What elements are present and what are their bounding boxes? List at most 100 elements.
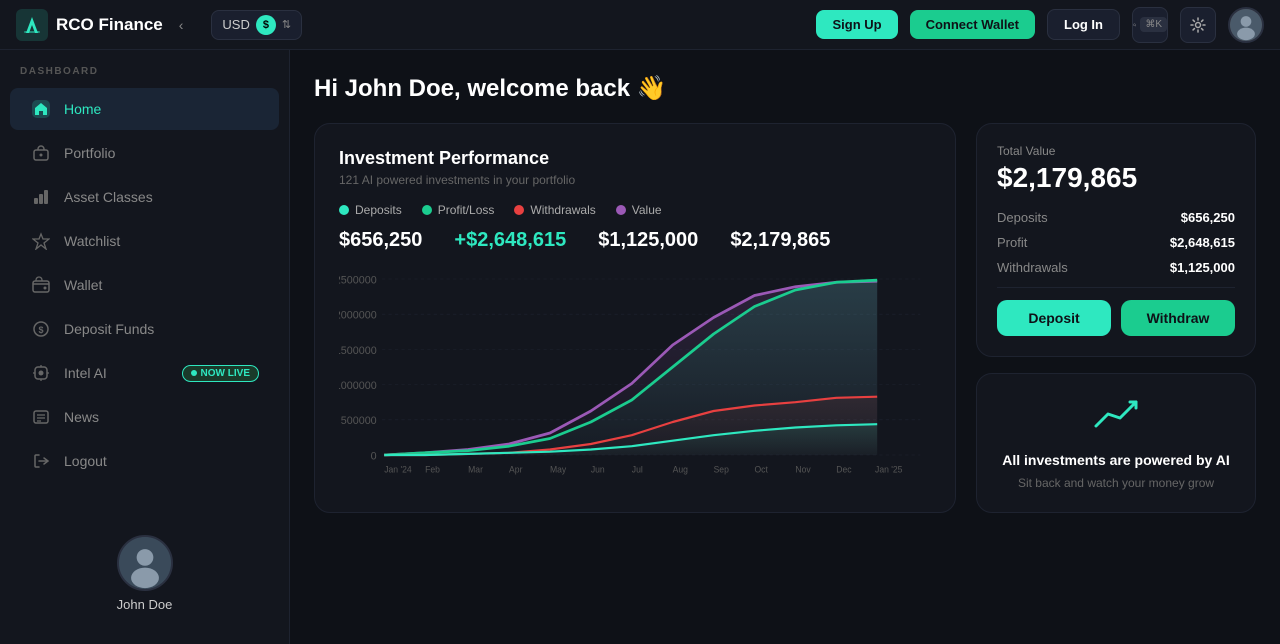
svg-text:Jun: Jun — [591, 465, 605, 475]
sidebar-label-home: Home — [64, 101, 101, 117]
stat-value-profit: +$2,648,615 — [454, 229, 566, 252]
main-layout: DASHBOARD Home Portfolio — [0, 50, 1280, 644]
live-badge-text: NOW LIVE — [201, 368, 250, 379]
perf-title: Investment Performance — [339, 148, 931, 169]
connect-wallet-button[interactable]: Connect Wallet — [910, 10, 1035, 39]
sidebar-label-news: News — [64, 409, 99, 425]
sidebar-item-intel-ai[interactable]: Intel AI NOW LIVE — [10, 352, 279, 394]
sidebar-user-profile: John Doe — [0, 519, 289, 628]
action-buttons: Deposit Withdraw — [997, 300, 1235, 336]
right-panel: Total Value $2,179,865 Deposits $656,250… — [976, 123, 1256, 513]
svg-text:1500000: 1500000 — [339, 345, 377, 357]
investment-performance-card: Investment Performance 121 AI powered in… — [314, 123, 956, 513]
total-value-label: Total Value — [997, 144, 1235, 158]
legend-label-value: Value — [632, 203, 662, 217]
svg-text:Nov: Nov — [795, 465, 811, 475]
nav-chevron-icon[interactable]: ‹ — [179, 17, 184, 33]
svg-text:2500000: 2500000 — [339, 274, 377, 286]
sidebar-item-logout[interactable]: Logout — [10, 440, 279, 482]
svg-text:Sep: Sep — [714, 465, 729, 475]
logo-icon — [16, 9, 48, 41]
deposit-funds-icon: $ — [30, 318, 52, 340]
svg-text:Aug: Aug — [673, 465, 688, 475]
legend-dot-withdrawals — [514, 205, 524, 215]
login-button[interactable]: Log In — [1047, 9, 1120, 40]
breakdown-deposits: Deposits $656,250 — [997, 210, 1235, 225]
withdraw-button[interactable]: Withdraw — [1121, 300, 1235, 336]
settings-button[interactable] — [1180, 7, 1216, 43]
chart-svg: 2500000 2000000 1500000 1000000 500000 0… — [339, 268, 931, 488]
sidebar-section-label: DASHBOARD — [0, 66, 289, 87]
svg-text:Jan '25: Jan '25 — [875, 465, 903, 475]
svg-text:Mar: Mar — [468, 465, 483, 475]
breakdown-value-profit: $2,648,615 — [1170, 235, 1235, 250]
sidebar-item-watchlist[interactable]: Watchlist — [10, 220, 279, 262]
svg-text:Jul: Jul — [632, 465, 643, 475]
breakdown-withdrawals: Withdrawals $1,125,000 — [997, 260, 1235, 275]
svg-text:Oct: Oct — [754, 465, 768, 475]
live-dot — [191, 370, 197, 376]
performance-chart: 2500000 2000000 1500000 1000000 500000 0… — [339, 268, 931, 488]
ai-promo-title: All investments are powered by AI — [1002, 452, 1229, 468]
live-badge: NOW LIVE — [182, 365, 259, 382]
intel-ai-icon — [30, 362, 52, 384]
svg-text:Feb: Feb — [425, 465, 440, 475]
sidebar-item-deposit-funds[interactable]: $ Deposit Funds — [10, 308, 279, 350]
asset-classes-icon — [30, 186, 52, 208]
total-value-amount: $2,179,865 — [997, 162, 1235, 194]
stat-deposits: $656,250 — [339, 229, 422, 252]
breakdown-label-profit: Profit — [997, 235, 1027, 250]
sidebar-item-news[interactable]: News — [10, 396, 279, 438]
svg-text:Apr: Apr — [509, 465, 522, 475]
currency-selector[interactable]: USD $ ⇅ — [211, 10, 302, 40]
legend-label-profit: Profit/Loss — [438, 203, 495, 217]
welcome-heading: Hi John Doe, welcome back 👋 — [314, 74, 1256, 103]
deposit-button[interactable]: Deposit — [997, 300, 1111, 336]
svg-text:$: $ — [38, 325, 43, 335]
logo-area[interactable]: RCO Finance — [16, 9, 163, 41]
home-icon — [30, 98, 52, 120]
ai-trend-icon — [1092, 394, 1140, 442]
legend-dot-profit — [422, 205, 432, 215]
currency-label: USD — [222, 17, 249, 32]
ai-promo-card: All investments are powered by AI Sit ba… — [976, 373, 1256, 513]
sidebar: DASHBOARD Home Portfolio — [0, 50, 290, 644]
sidebar-item-home[interactable]: Home — [10, 88, 279, 130]
sidebar-label-deposit-funds: Deposit Funds — [64, 321, 154, 337]
breakdown-value-deposits: $656,250 — [1181, 210, 1235, 225]
svg-text:May: May — [550, 465, 567, 475]
svg-text:0: 0 — [371, 450, 377, 462]
performance-stats-row: $656,250 +$2,648,615 $1,125,000 $2,179,8… — [339, 229, 931, 252]
sidebar-label-logout: Logout — [64, 453, 107, 469]
stat-value-total: $2,179,865 — [730, 229, 830, 252]
wallet-icon — [30, 274, 52, 296]
sidebar-item-wallet[interactable]: Wallet — [10, 264, 279, 306]
currency-arrows-icon: ⇅ — [282, 18, 291, 31]
sidebar-user-avatar — [117, 535, 173, 591]
portfolio-icon — [30, 142, 52, 164]
search-icon — [1133, 17, 1136, 33]
legend-dot-deposits — [339, 205, 349, 215]
sidebar-label-asset-classes: Asset Classes — [64, 189, 153, 205]
kbd-shortcut: ⌘K — [1140, 17, 1167, 32]
watchlist-icon — [30, 230, 52, 252]
card-divider — [997, 287, 1235, 288]
legend-item-deposits: Deposits — [339, 203, 402, 217]
currency-dollar-icon: $ — [256, 15, 276, 35]
sidebar-label-intel-ai: Intel AI — [64, 365, 107, 381]
search-button[interactable]: ⌘K — [1132, 7, 1168, 43]
user-avatar[interactable] — [1228, 7, 1264, 43]
perf-subtitle: 121 AI powered investments in your portf… — [339, 173, 931, 187]
breakdown-label-deposits: Deposits — [997, 210, 1048, 225]
legend-label-withdrawals: Withdrawals — [530, 203, 595, 217]
signup-button[interactable]: Sign Up — [816, 10, 897, 39]
sidebar-item-portfolio[interactable]: Portfolio — [10, 132, 279, 174]
sidebar-item-asset-classes[interactable]: Asset Classes — [10, 176, 279, 218]
stat-value-withdrawals: $1,125,000 — [598, 229, 698, 252]
top-nav: RCO Finance ‹ USD $ ⇅ Sign Up Connect Wa… — [0, 0, 1280, 50]
avatar-image — [1230, 7, 1262, 43]
sidebar-label-wallet: Wallet — [64, 277, 102, 293]
stat-value-deposits: $656,250 — [339, 229, 422, 252]
stat-value-total-amount: $2,179,865 — [730, 229, 830, 252]
main-content: Hi John Doe, welcome back 👋 Investment P… — [290, 50, 1280, 644]
